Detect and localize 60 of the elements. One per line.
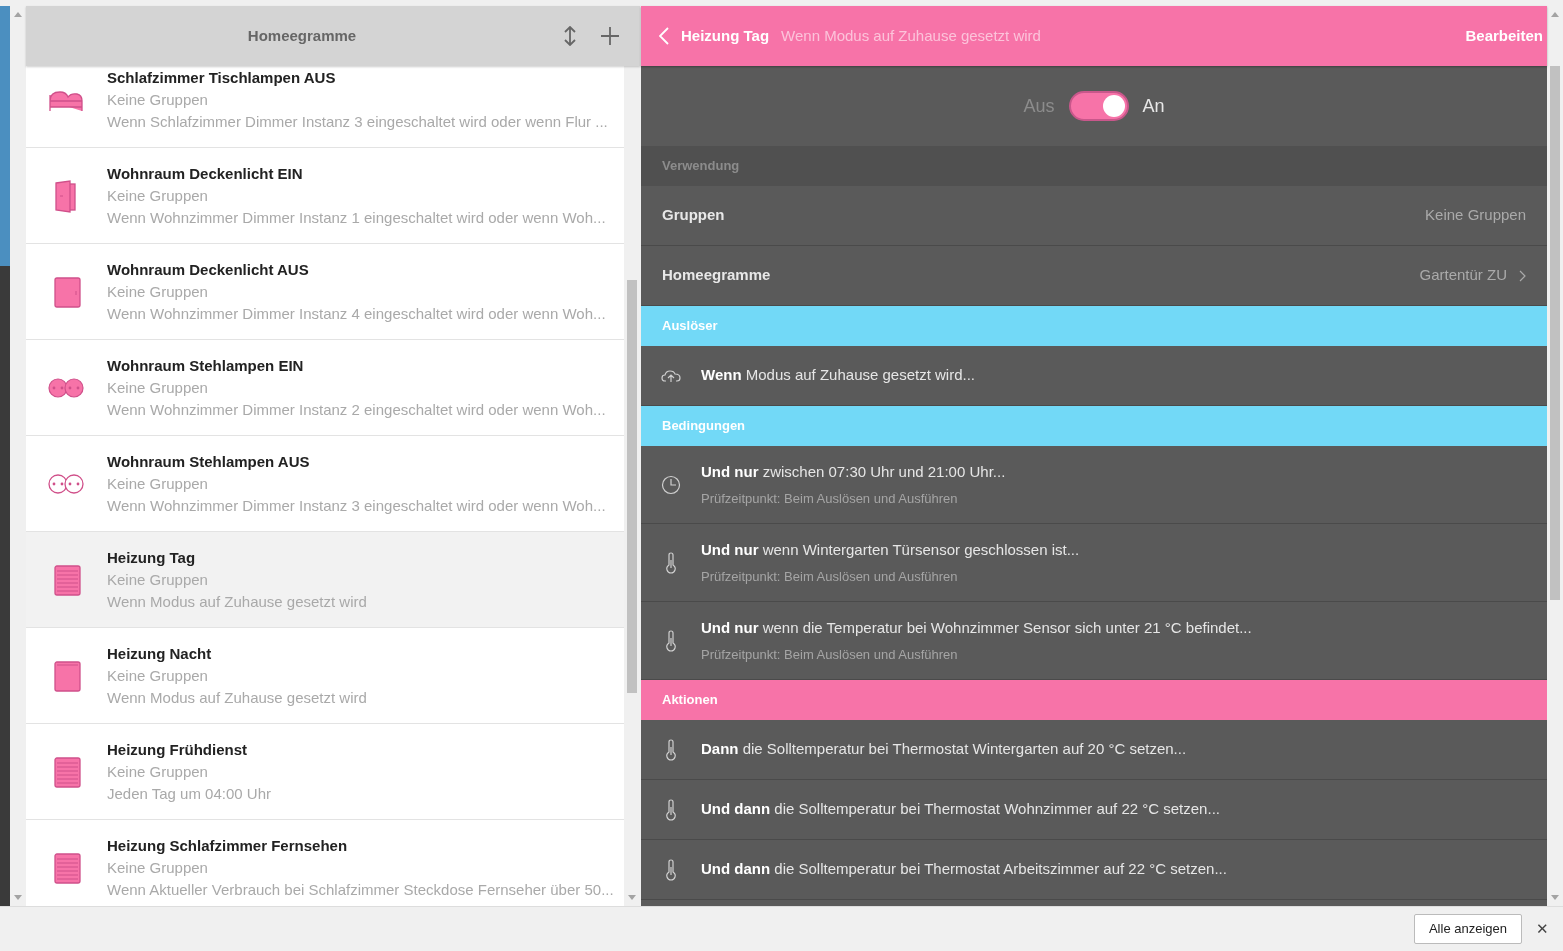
sort-icon[interactable]	[562, 26, 578, 46]
chevron-icon[interactable]	[1519, 270, 1526, 283]
item-groups: Keine Gruppen	[107, 664, 367, 687]
item-description: Jeden Tag um 04:00 Uhr	[107, 783, 271, 804]
item-groups: Keine Gruppen	[107, 568, 367, 591]
rule-text[interactable]: Und nur zwischen 07:30 Uhr und 21:00 Uhr...	[701, 460, 1006, 483]
toggle-on-label: An	[1142, 94, 1165, 118]
homeegram-item[interactable]: Heizung Tag Keine Gruppen Wenn Modus auf Zuhause gesetzt wird	[26, 532, 624, 628]
socket-icon	[48, 472, 84, 495]
rule-text[interactable]: Dann die Solltemperatur bei Thermostat Wintergarten auf 20 °C setzen...	[701, 738, 1187, 761]
section-heading: Bedingungen	[641, 406, 1547, 446]
row-label: Gruppen	[662, 205, 726, 226]
item-description: Wenn Aktueller Verbrauch bei Schlafzimmer Steckdose Fernseher über 50...	[107, 879, 614, 900]
item-title: Heizung Tag	[107, 547, 197, 568]
item-groups: Keine Gruppen	[107, 280, 606, 303]
item-description: Wenn Wohnzimmer Dimmer Instanz 2 eingeschaltet wird oder wenn Woh...	[107, 399, 606, 420]
item-groups: Keine Gruppen	[107, 472, 606, 495]
rule-note: Prüfzeitpunkt: Beim Auslösen und Ausführen	[701, 490, 959, 508]
section-heading: Verwendung	[641, 146, 1547, 186]
item-title: Wohnraum Stehlampen EIN	[107, 355, 305, 376]
detail-subtitle: Wenn Modus auf Zuhause gesetzt wird	[781, 25, 1042, 46]
item-groups: Keine Gruppen	[107, 760, 271, 783]
item-description: Wenn Schlafzimmer Dimmer Instanz 3 eingeschaltet wird oder wenn Flur ...	[107, 111, 608, 132]
list-title: Homeegramme	[246, 25, 358, 46]
rule-text[interactable]: Und dann die Solltemperatur bei Thermostat Wohnzimmer auf 22 °C setzen...	[701, 798, 1220, 821]
detail-title: Heizung Tag	[681, 25, 770, 46]
item-description: Wenn Modus auf Zuhause gesetzt wird	[107, 687, 367, 708]
rule-text[interactable]: Und dann die Solltemperatur bei Thermostat Arbeitszimmer auf 22 °C setzen...	[701, 858, 1227, 881]
rule-text[interactable]: Und nur wenn die Temperatur bei Wohnzimmer Sensor sich unter 21 °C befindet...	[701, 616, 1252, 639]
cloud-icon	[661, 368, 681, 383]
item-title: Schlafzimmer Tischlampen AUS	[107, 67, 337, 88]
item-title: Wohnraum Stehlampen AUS	[107, 451, 311, 472]
item-description: Wenn Modus auf Zuhause gesetzt wird	[107, 591, 367, 612]
socket-icon	[48, 376, 84, 399]
clock-icon	[661, 474, 681, 495]
row-label: Homeegramme	[662, 265, 772, 286]
add-icon[interactable]	[600, 26, 620, 46]
section-heading: Aktionen	[641, 680, 1547, 720]
item-groups: Keine Gruppen	[107, 88, 608, 111]
toggle-switch[interactable]	[1068, 91, 1129, 121]
back-icon[interactable]	[659, 27, 669, 45]
close-button[interactable]: ✕	[1532, 917, 1553, 941]
item-title: Heizung Nacht	[107, 643, 213, 664]
rule-note: Prüfzeitpunkt: Beim Auslösen und Ausführen	[701, 646, 959, 664]
item-description: Wenn Wohnzimmer Dimmer Instanz 4 eingeschaltet wird oder wenn Woh...	[107, 303, 606, 324]
item-title: Heizung Frühdienst	[107, 739, 248, 760]
section-heading: Auslöser	[641, 306, 1547, 346]
item-description: Wenn Wohnzimmer Dimmer Instanz 1 eingeschaltet wird oder wenn Woh...	[107, 207, 606, 228]
item-title: Wohnraum Deckenlicht EIN	[107, 163, 304, 184]
item-groups: Keine Gruppen	[107, 856, 614, 879]
item-groups: Keine Gruppen	[107, 184, 606, 207]
rule-text[interactable]: Wenn Modus auf Zuhause gesetzt wird...	[701, 364, 975, 387]
show-all-button[interactable]: Alle anzeigen	[1413, 914, 1522, 944]
item-title: Wohnraum Deckenlicht AUS	[107, 259, 310, 280]
rule-note: Prüfzeitpunkt: Beim Auslösen und Ausführen	[701, 568, 959, 586]
rule-text[interactable]: Und nur wenn Wintergarten Türsensor geschlossen ist...	[701, 538, 1080, 561]
item-groups: Keine Gruppen	[107, 376, 606, 399]
item-description: Wenn Wohnzimmer Dimmer Instanz 3 eingeschaltet wird oder wenn Woh...	[107, 495, 606, 516]
item-title: Heizung Schlafzimmer Fernsehen	[107, 835, 349, 856]
row-value: Keine Gruppen	[1425, 205, 1526, 226]
